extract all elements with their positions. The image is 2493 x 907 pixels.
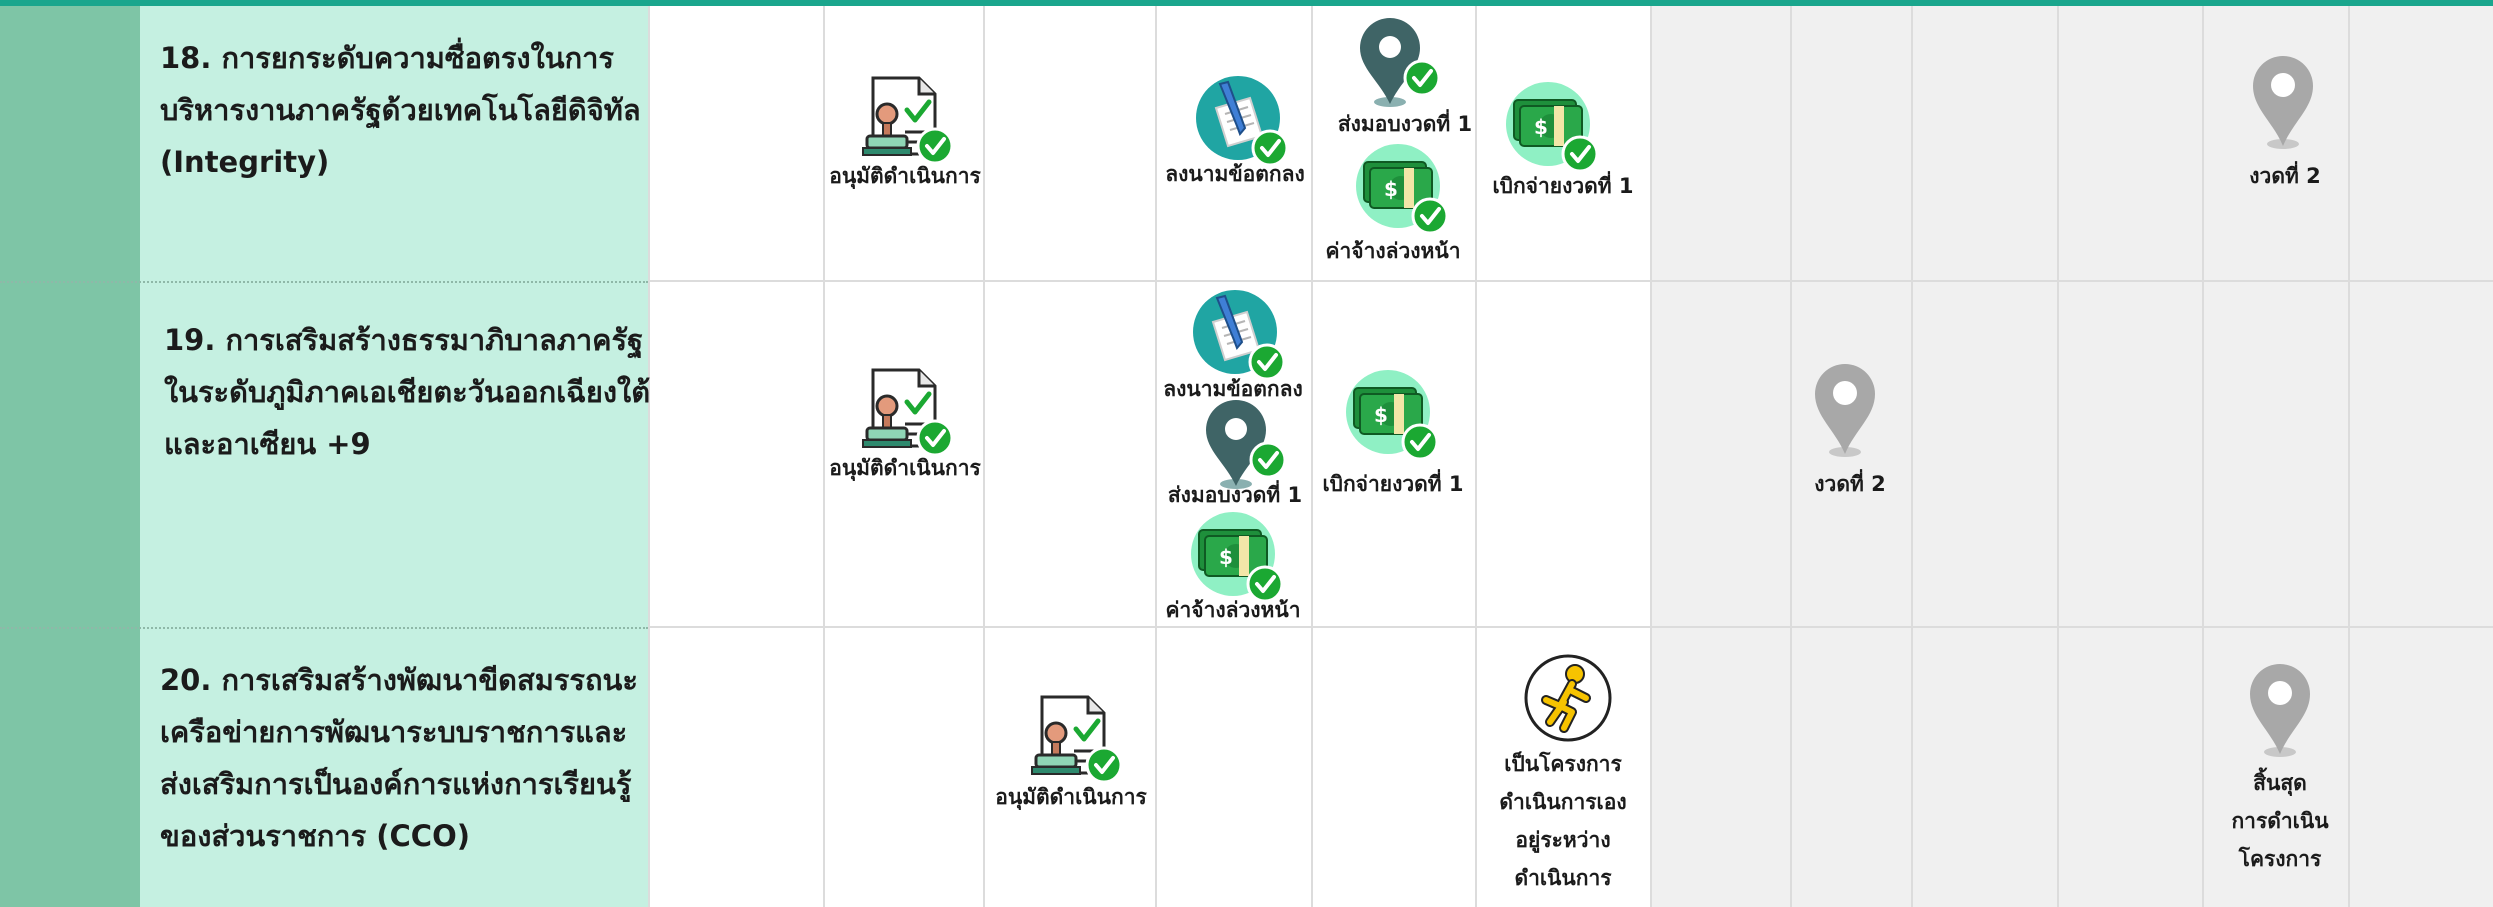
title-line: และอาเซียน +9 [164,427,371,461]
grid-line [2057,6,2059,907]
location-pin-icon [2250,664,2310,757]
label-line: ดำเนินการเอง [1499,790,1627,814]
row-divider [648,280,2493,282]
approval-document-icon [1022,687,1132,787]
row-divider [0,627,648,629]
milestone-label: อนุมัติดำเนินการ [829,164,981,188]
grid-line [1650,6,1652,907]
project-title: 19. การเสริมสร้างธรรมาภิบาลภาครัฐ ในระดั… [164,314,650,470]
milestone-label: เบิกจ่ายงวดที่ 1 [1492,174,1634,198]
label-line: สิ้นสุด [2253,771,2307,795]
title-line: 20. การเสริมสร้างพัฒนาขีดสมรรถนะ [160,663,638,697]
title-line: ของส่วนราชการ (CCO) [160,819,470,853]
title-line: บริหารงานภาครัฐด้วยเทคโนโลยีดิจิทัล [160,93,641,127]
milestone-label: ลงนามข้อตกลง [1165,162,1305,186]
money-icon [1340,364,1450,464]
milestone-label: อนุมัติดำเนินการ [995,785,1147,809]
money-icon [1350,138,1460,238]
title-line: 18. การยกระดับความซื่อตรงในการ [160,41,614,75]
future-period-area [1650,6,2493,907]
grid-line [1911,6,1913,907]
label-line: โครงการ [2238,847,2322,871]
milestone-label: งวดที่ 2 [1814,472,1886,496]
title-line: เครือข่ายการพัฒนาระบบราชการและ [160,715,628,749]
grid-line [1475,6,1477,907]
row-divider [0,281,648,283]
project-title: 20. การเสริมสร้างพัฒนาขีดสมรรถนะ เครือข่… [160,654,638,862]
location-pin-icon [1815,364,1875,457]
grid-line [1790,6,1792,907]
grid-line [2202,6,2204,907]
grid-line [823,6,825,907]
label-line: การดำเนิน [2231,809,2329,833]
location-pin-icon [2253,56,2313,149]
project-title: 18. การยกระดับความซื่อตรงในการ บริหารงาน… [160,32,641,188]
label-line: เป็นโครงการ [1504,752,1622,776]
contract-sign-icon [1187,284,1297,384]
label-line: อยู่ระหว่าง [1515,828,1611,852]
milestone-label: งวดที่ 2 [2249,164,2321,188]
money-icon [1500,76,1610,176]
milestone-label: เป็นโครงการ ดำเนินการเอง อยู่ระหว่าง ดำเ… [1499,745,1626,897]
title-line: ส่งเสริมการเป็นองค์การแห่งการเรียนรู้ [160,767,632,801]
grid-line [2348,6,2350,907]
milestone-label: ค่าจ้างล่วงหน้า [1165,598,1301,622]
row-divider [648,626,2493,628]
title-line: ในระดับภูมิภาคเอเชียตะวันออกเฉียงใต้ [164,375,651,409]
location-pin-icon [1350,16,1460,116]
grid-line [1311,6,1313,907]
grid-line [983,6,985,907]
milestone-label: อนุมัติดำเนินการ [829,456,981,480]
title-line: 19. การเสริมสร้างธรรมาภิบาลภาครัฐ [164,323,644,357]
row-marker-column [0,6,140,907]
label-line: ดำเนินการ [1514,866,1612,890]
milestone-label: สิ้นสุด การดำเนิน โครงการ [2231,764,2328,878]
running-person-icon [1520,650,1616,746]
title-line: (Integrity) [160,145,330,179]
grid-line [1155,6,1157,907]
milestone-label: ค่าจ้างล่วงหน้า [1325,239,1461,263]
milestone-label: เบิกจ่ายงวดที่ 1 [1322,472,1464,496]
approval-document-icon [853,360,963,460]
approval-document-icon [853,68,963,168]
